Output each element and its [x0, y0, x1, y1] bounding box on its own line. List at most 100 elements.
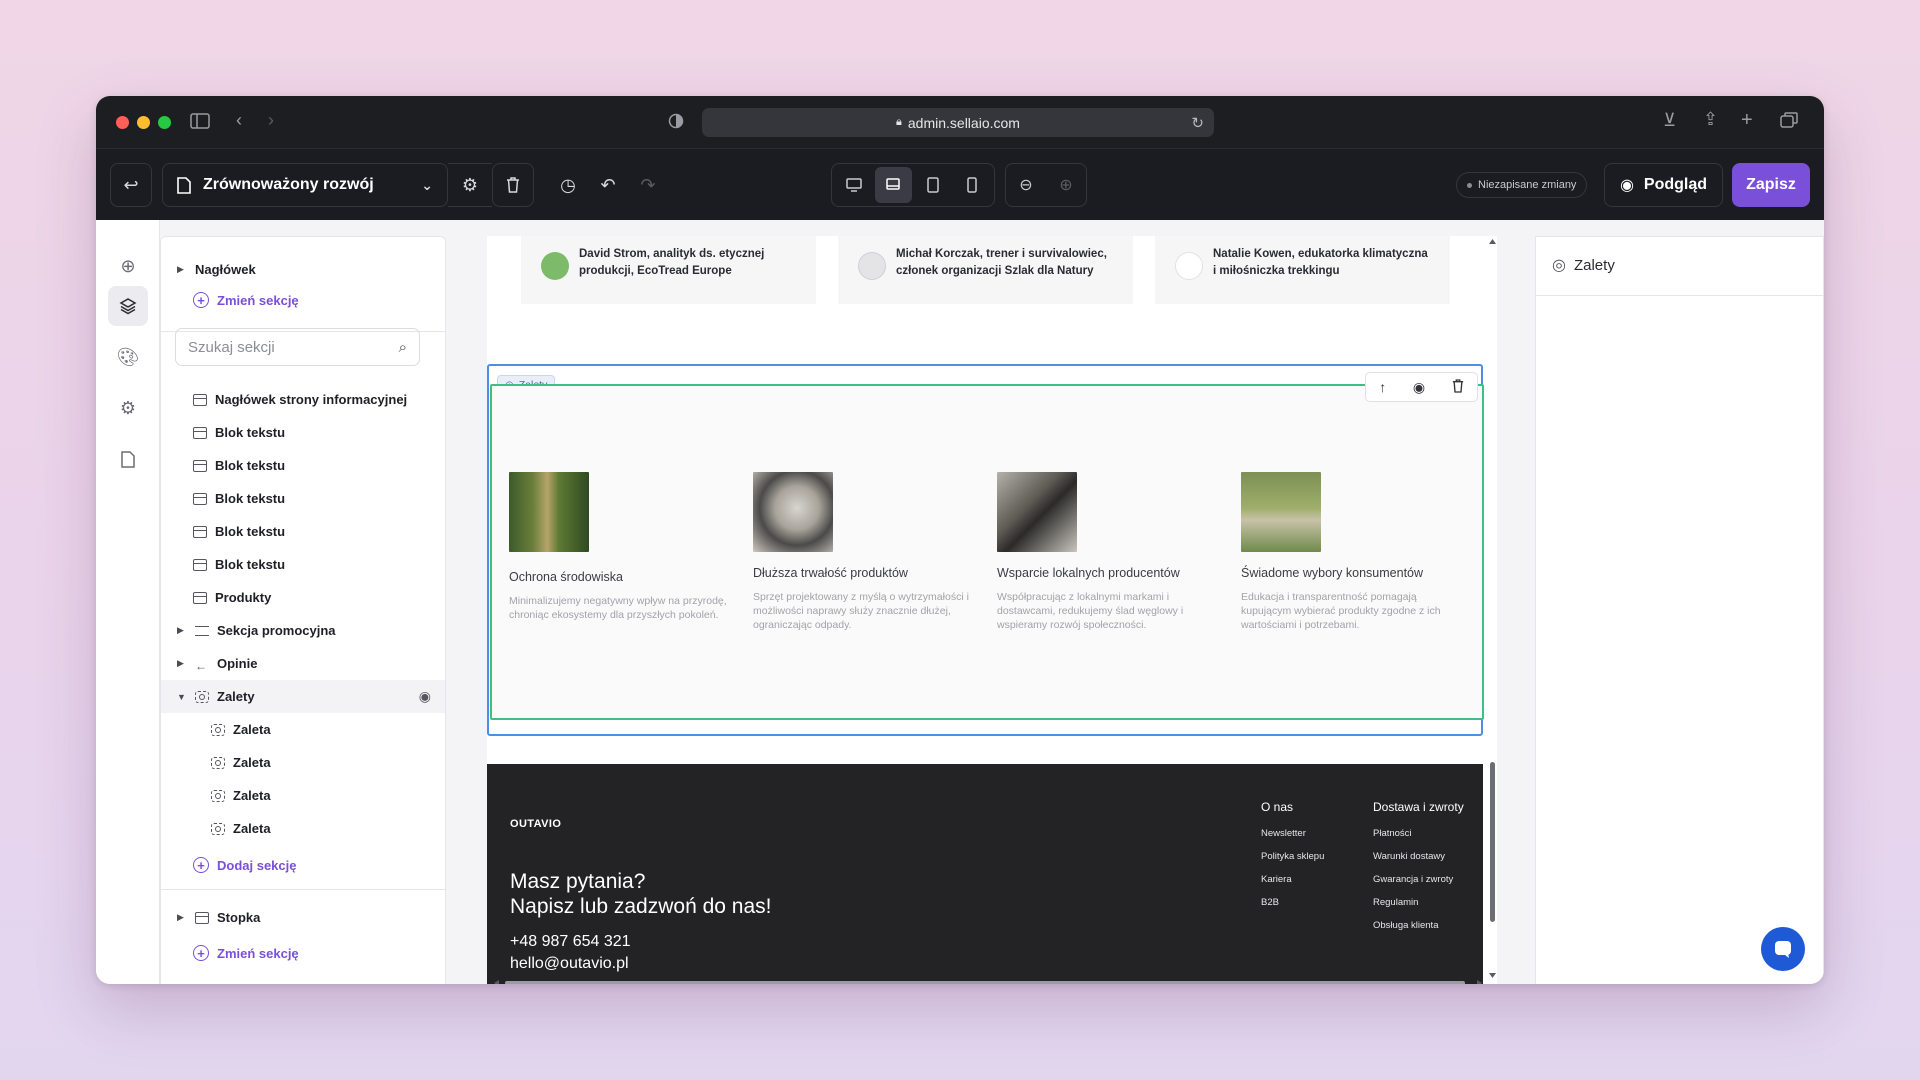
tree-item[interactable]: Blok tekstu: [161, 416, 445, 449]
tree-item-label: Blok tekstu: [215, 557, 286, 572]
caret-right-icon[interactable]: ▶: [177, 912, 187, 923]
site-footer[interactable]: OUTAVIO Masz pytania? Napisz lub zadzwoń…: [487, 764, 1483, 984]
footer-link[interactable]: B2B: [1261, 897, 1324, 920]
footer-logo: OUTAVIO: [510, 818, 562, 830]
maximize-window-button[interactable]: [158, 116, 171, 129]
page-selector[interactable]: Zrównoważony rozwój ⌄: [162, 163, 448, 207]
preview-button[interactable]: ◉ Podgląd: [1604, 163, 1723, 207]
add-element-button[interactable]: ⊕: [108, 246, 148, 286]
tree-header-section[interactable]: ▶ Nagłówek: [161, 253, 445, 286]
footer-link[interactable]: Polityka sklepu: [1261, 851, 1324, 874]
tree-subitem[interactable]: Zaleta: [161, 812, 445, 845]
tree-item[interactable]: Blok tekstu: [161, 515, 445, 548]
desktop-icon: [846, 178, 862, 192]
footer-email[interactable]: hello@outavio.pl: [510, 955, 629, 973]
desktop-view-button[interactable]: [835, 167, 873, 203]
footer-phone[interactable]: +48 987 654 321: [510, 933, 631, 951]
move-up-icon[interactable]: ↑: [1379, 379, 1386, 395]
tree-item-label: Blok tekstu: [215, 491, 286, 506]
theme-button[interactable]: 🎨︎: [108, 337, 148, 377]
feature-item[interactable]: Ochrona środowiska Minimalizujemy negaty…: [509, 472, 729, 622]
footer-link[interactable]: Regulamin: [1373, 897, 1464, 920]
feature-item[interactable]: Dłuższa trwałość produktów Sprzęt projek…: [753, 472, 973, 632]
section-search-input[interactable]: Szukaj sekcji ⌕: [175, 328, 420, 366]
caret-right-icon[interactable]: ▶: [177, 658, 187, 669]
gear-icon: ⚙︎: [119, 397, 137, 418]
undo-button[interactable]: ↶: [588, 163, 628, 207]
footer-link[interactable]: Gwarancja i zwroty: [1373, 874, 1464, 897]
footer-column-heading: O nas: [1261, 800, 1294, 814]
pages-button[interactable]: [108, 439, 148, 479]
caret-right-icon[interactable]: ▶: [177, 625, 187, 636]
save-button[interactable]: Zapisz: [1732, 163, 1810, 207]
close-window-button[interactable]: [116, 116, 129, 129]
chevron-down-icon: ⌄: [421, 176, 433, 193]
download-icon[interactable]: ⊻: [1663, 111, 1676, 129]
footer-link[interactable]: Kariera: [1261, 874, 1324, 897]
editor-toolbar: ↩ Zrównoważony rozwój ⌄ ⚙︎ ◷ ↶ ↷ ⊖ ⊕ Nie…: [96, 148, 1824, 220]
feature-item[interactable]: Wsparcie lokalnych producentów Współprac…: [997, 472, 1217, 632]
tree-item[interactable]: Blok tekstu: [161, 482, 445, 515]
exit-editor-button[interactable]: ↩: [110, 163, 152, 207]
zoom-out-icon[interactable]: ⊖: [1019, 175, 1032, 195]
footer-link[interactable]: Obsługa klienta: [1373, 920, 1464, 943]
address-bar[interactable]: 🔒︎ admin.sellaio.com ↻: [702, 108, 1214, 137]
change-header-section-link[interactable]: + Zmień sekcję: [193, 292, 299, 308]
change-footer-section-link[interactable]: + Zmień sekcję: [193, 945, 299, 961]
tab-overview-icon[interactable]: [1780, 112, 1798, 131]
section-icon: [193, 525, 207, 538]
caret-down-icon[interactable]: ▼: [177, 692, 187, 702]
forward-icon[interactable]: ›: [268, 111, 274, 129]
testimonial-card[interactable]: Michał Korczak, trener i survivalowiec, …: [838, 236, 1133, 304]
tree-footer-section[interactable]: ▶ Stopka: [161, 901, 445, 934]
sidebar-toggle-icon[interactable]: [190, 113, 210, 132]
reload-icon[interactable]: ↻: [1191, 114, 1204, 132]
feature-item[interactable]: Świadome wybory konsumentów Edukacja i t…: [1241, 472, 1461, 632]
tree-subitem[interactable]: Zaleta: [161, 746, 445, 779]
laptop-view-button[interactable]: [874, 167, 912, 203]
eye-icon[interactable]: ◉: [1413, 379, 1425, 396]
sewing-machine-image: [997, 472, 1077, 552]
add-section-link[interactable]: + Dodaj sekcję: [193, 857, 297, 873]
tree-subitem[interactable]: Zaleta: [161, 713, 445, 746]
tree-subitem[interactable]: Zaleta: [161, 779, 445, 812]
share-icon[interactable]: ⇪: [1703, 110, 1718, 128]
back-icon[interactable]: ‹: [236, 111, 242, 129]
tree-item-selected[interactable]: ▼ Zalety ◉: [161, 680, 445, 713]
horizontal-scrollbar[interactable]: [493, 974, 1483, 984]
settings-button[interactable]: ⚙︎: [108, 388, 148, 428]
trash-icon[interactable]: [1452, 378, 1464, 396]
tablet-view-button[interactable]: [914, 167, 952, 203]
testimonial-card[interactable]: David Strom, analityk ds. etycznej produ…: [521, 236, 816, 304]
privacy-shield-icon[interactable]: [668, 113, 684, 132]
redo-button[interactable]: ↷: [628, 163, 668, 207]
plus-circle-icon: +: [193, 292, 209, 308]
traffic-lights: [116, 116, 171, 129]
vertical-scrollbar[interactable]: [1488, 236, 1497, 984]
tree-item[interactable]: ▶ Opinie: [161, 647, 445, 680]
chat-support-button[interactable]: [1761, 927, 1805, 971]
testimonial-card[interactable]: Natalie Kowen, edukatorka klimatyczna i …: [1155, 236, 1450, 304]
history-button[interactable]: ◷: [548, 163, 588, 207]
visibility-eye-icon[interactable]: ◉: [419, 688, 431, 705]
focus-icon: [211, 723, 225, 736]
tree-item[interactable]: Produkty: [161, 581, 445, 614]
section-icon: [193, 492, 207, 505]
footer-link[interactable]: Płatności: [1373, 828, 1464, 851]
tree-item[interactable]: Nagłówek strony informacyjnej: [161, 383, 445, 416]
minimize-window-button[interactable]: [137, 116, 150, 129]
caret-right-icon[interactable]: ▶: [177, 264, 187, 275]
mobile-view-button[interactable]: [954, 167, 992, 203]
layers-button[interactable]: [108, 286, 148, 326]
page-settings-button[interactable]: ⚙︎: [448, 163, 492, 207]
tree-item[interactable]: ▶ Sekcja promocyjna: [161, 614, 445, 647]
footer-link[interactable]: Newsletter: [1261, 828, 1324, 851]
footer-link[interactable]: Warunki dostawy: [1373, 851, 1464, 874]
tree-item[interactable]: Blok tekstu: [161, 449, 445, 482]
tree-item[interactable]: Blok tekstu: [161, 548, 445, 581]
feature-title: Ochrona środowiska: [509, 570, 623, 584]
undo-icon: ↶: [600, 174, 616, 195]
new-tab-icon[interactable]: +: [1741, 110, 1753, 130]
delete-page-button[interactable]: [492, 163, 534, 207]
zoom-in-icon[interactable]: ⊕: [1059, 175, 1072, 195]
